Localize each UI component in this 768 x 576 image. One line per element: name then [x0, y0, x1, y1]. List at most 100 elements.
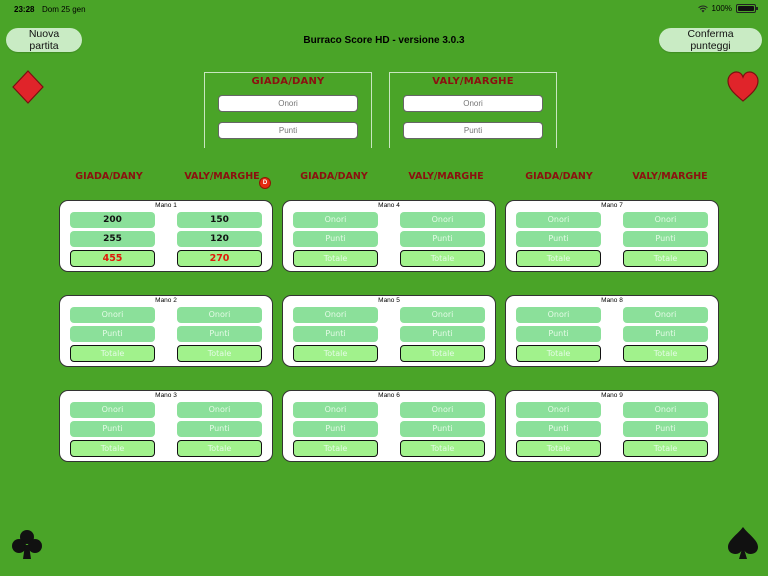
hand-8-team-b-totale: Totale — [623, 345, 708, 362]
team-b-onori-input[interactable] — [403, 95, 543, 112]
hand-9-team-b-onori[interactable]: Onori — [623, 402, 708, 418]
hand-9-team-b-totale: Totale — [623, 440, 708, 457]
hand-1-team-b-onori[interactable]: 150 — [177, 212, 262, 228]
hand-6-team-b-onori[interactable]: Onori — [400, 402, 485, 418]
hand-1-team-b-totale: 270 — [177, 250, 262, 267]
hand-4-team-a-onori[interactable]: Onori — [293, 212, 378, 228]
hand-2-team-a-onori[interactable]: Onori — [70, 307, 155, 323]
team-a-onori-input[interactable] — [218, 95, 358, 112]
hand-6-team-a-punti[interactable]: Punti — [293, 421, 378, 437]
entry-panel-team-b: VALY/MARGHE — [389, 72, 557, 148]
hand-9-team-a-punti[interactable]: Punti — [516, 421, 601, 437]
status-date: Dom 25 gen — [42, 5, 86, 14]
hand-3-team-b-punti[interactable]: Punti — [177, 421, 262, 437]
hand-6-team-a-totale: Totale — [293, 440, 378, 457]
entry-team-a-name: GIADA/DANY — [251, 76, 325, 87]
hand-box-9: Mano 9 Onori Onori Punti Punti Totale To… — [505, 390, 719, 462]
wifi-icon — [697, 4, 708, 12]
heart-icon — [727, 71, 759, 102]
battery-icon — [736, 4, 758, 13]
hand-7-team-a-totale: Totale — [516, 250, 601, 267]
hand-3-team-b-totale: Totale — [177, 440, 262, 457]
hand-5-team-a-totale: Totale — [293, 345, 378, 362]
team-a-punti-input[interactable] — [218, 122, 358, 139]
diamond-icon — [12, 70, 44, 104]
app-title: Burraco Score HD - versione 3.0.3 — [303, 35, 465, 46]
hand-title: Mano 7 — [601, 202, 623, 209]
hand-5-team-b-onori[interactable]: Onori — [400, 307, 485, 323]
hand-3-team-b-onori[interactable]: Onori — [177, 402, 262, 418]
hand-1-team-a-punti[interactable]: 255 — [70, 231, 155, 247]
hand-8-team-a-totale: Totale — [516, 345, 601, 362]
hand-box-1: Mano 1 200 150 255 120 455 270 — [59, 200, 273, 272]
hand-7-team-a-onori[interactable]: Onori — [516, 212, 601, 228]
hand-1-team-a-totale: 455 — [70, 250, 155, 267]
hand-4-team-a-totale: Totale — [293, 250, 378, 267]
status-time: 23:28 — [14, 5, 35, 14]
entry-team-b-name: VALY/MARGHE — [432, 76, 514, 87]
hand-box-4: Mano 4 Onori Onori Punti Punti Totale To… — [282, 200, 496, 272]
club-icon — [12, 530, 42, 559]
hand-5-team-a-onori[interactable]: Onori — [293, 307, 378, 323]
hand-7-team-b-onori[interactable]: Onori — [623, 212, 708, 228]
hand-box-5: Mano 5 Onori Onori Punti Punti Totale To… — [282, 295, 496, 367]
hand-7-team-a-punti[interactable]: Punti — [516, 231, 601, 247]
hand-5-team-a-punti[interactable]: Punti — [293, 326, 378, 342]
hand-5-team-b-punti[interactable]: Punti — [400, 326, 485, 342]
column-header-team-a: GIADA/DANY — [300, 171, 368, 182]
hand-title: Mano 8 — [601, 297, 623, 304]
hand-6-team-a-onori[interactable]: Onori — [293, 402, 378, 418]
hand-box-7: Mano 7 Onori Onori Punti Punti Totale To… — [505, 200, 719, 272]
hand-4-team-b-onori[interactable]: Onori — [400, 212, 485, 228]
hand-4-team-a-punti[interactable]: Punti — [293, 231, 378, 247]
spade-icon — [728, 527, 758, 559]
column-header-team-b: VALY/MARGHE — [184, 171, 260, 182]
hand-4-team-b-totale: Totale — [400, 250, 485, 267]
confirm-scores-button[interactable]: Conferma punteggi — [659, 28, 762, 52]
hand-3-team-a-totale: Totale — [70, 440, 155, 457]
hand-2-team-b-totale: Totale — [177, 345, 262, 362]
entry-panel-team-a: GIADA/DANY — [204, 72, 372, 148]
hand-9-team-b-punti[interactable]: Punti — [623, 421, 708, 437]
hand-7-team-b-punti[interactable]: Punti — [623, 231, 708, 247]
hand-1-team-a-onori[interactable]: 200 — [70, 212, 155, 228]
team-b-punti-input[interactable] — [403, 122, 543, 139]
hand-3-team-a-onori[interactable]: Onori — [70, 402, 155, 418]
hand-box-6: Mano 6 Onori Onori Punti Punti Totale To… — [282, 390, 496, 462]
hand-title: Mano 4 — [378, 202, 400, 209]
hand-title: Mano 2 — [155, 297, 177, 304]
hand-4-team-b-punti[interactable]: Punti — [400, 231, 485, 247]
hand-title: Mano 6 — [378, 392, 400, 399]
hand-1-team-b-punti[interactable]: 120 — [177, 231, 262, 247]
hand-title: Mano 5 — [378, 297, 400, 304]
hand-box-2: Mano 2 Onori Onori Punti Punti Totale To… — [59, 295, 273, 367]
hand-title: Mano 1 — [155, 202, 177, 209]
hand-2-team-a-totale: Totale — [70, 345, 155, 362]
column-header-team-b: VALY/MARGHE — [632, 171, 708, 182]
dealer-badge: D — [259, 177, 271, 189]
column-header-team-b: VALY/MARGHE — [408, 171, 484, 182]
column-header-team-a: GIADA/DANY — [75, 171, 143, 182]
hand-7-team-b-totale: Totale — [623, 250, 708, 267]
hand-3-team-a-punti[interactable]: Punti — [70, 421, 155, 437]
hand-title: Mano 3 — [155, 392, 177, 399]
hand-8-team-a-punti[interactable]: Punti — [516, 326, 601, 342]
hand-8-team-a-onori[interactable]: Onori — [516, 307, 601, 323]
battery-percent: 100% — [711, 4, 732, 13]
hand-2-team-b-punti[interactable]: Punti — [177, 326, 262, 342]
status-right: 100% — [697, 4, 758, 13]
hand-6-team-b-punti[interactable]: Punti — [400, 421, 485, 437]
hand-box-8: Mano 8 Onori Onori Punti Punti Totale To… — [505, 295, 719, 367]
column-header-team-a: GIADA/DANY — [525, 171, 593, 182]
hand-9-team-a-onori[interactable]: Onori — [516, 402, 601, 418]
hand-2-team-a-punti[interactable]: Punti — [70, 326, 155, 342]
hand-9-team-a-totale: Totale — [516, 440, 601, 457]
hand-2-team-b-onori[interactable]: Onori — [177, 307, 262, 323]
hand-8-team-b-punti[interactable]: Punti — [623, 326, 708, 342]
hand-8-team-b-onori[interactable]: Onori — [623, 307, 708, 323]
hand-title: Mano 9 — [601, 392, 623, 399]
status-bar: 23:28 Dom 25 gen 100% — [0, 0, 768, 18]
hand-5-team-b-totale: Totale — [400, 345, 485, 362]
hand-6-team-b-totale: Totale — [400, 440, 485, 457]
hand-box-3: Mano 3 Onori Onori Punti Punti Totale To… — [59, 390, 273, 462]
